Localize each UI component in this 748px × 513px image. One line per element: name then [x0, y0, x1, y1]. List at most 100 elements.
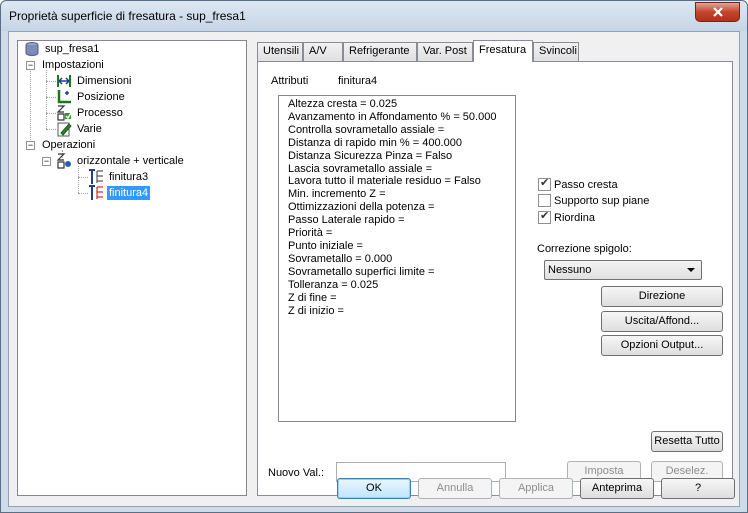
tree-item-process-label: Processo — [77, 107, 123, 119]
tab-svincoli[interactable]: Svincoli — [533, 42, 579, 61]
tree-item-misc-label: Varie — [77, 123, 102, 135]
parameter-row[interactable]: Sovrametallo = 0.000 — [288, 253, 515, 266]
collapse-group-toggle[interactable]: − — [42, 157, 51, 166]
tree-item-position[interactable]: Posizione — [56, 89, 127, 105]
opzioni-output-button[interactable]: Opzioni Output... — [601, 335, 723, 356]
parameter-row[interactable]: Lavora tutto il materiale residuo = Fals… — [288, 175, 515, 188]
position-icon — [56, 89, 72, 105]
close-icon — [712, 7, 723, 17]
tree-line — [46, 70, 47, 129]
parameter-row[interactable]: Priorità = — [288, 227, 515, 240]
parameter-row[interactable]: Altezza cresta = 0.025 — [288, 98, 515, 111]
tree-item-settings[interactable]: Impostazioni — [40, 57, 106, 73]
tree-item-operations[interactable]: Operazioni — [40, 137, 97, 153]
passo-cresta-label: Passo cresta — [554, 178, 618, 191]
parameter-row[interactable]: Distanza di rapido min % = 400.000 — [288, 137, 515, 150]
database-icon — [24, 41, 40, 57]
parameter-row[interactable]: Ottimizzazioni della potenza = — [288, 201, 515, 214]
operation-group-icon — [56, 153, 72, 169]
tree-item-settings-label: Impostazioni — [42, 59, 104, 71]
passo-cresta-checkbox[interactable]: ✔ Passo cresta — [538, 177, 618, 191]
tab-strip: Utensili A/V Refrigerante Var. Post Fres… — [257, 40, 733, 62]
parameter-row[interactable]: Sovrametallo superfici limite = — [288, 266, 515, 279]
ok-button[interactable]: OK — [337, 478, 411, 499]
tree-item-finitura3-label: finitura3 — [109, 171, 149, 183]
parameter-row[interactable]: Lascia sovrametallo assiale = — [288, 163, 515, 176]
applica-button[interactable]: Applica — [499, 478, 573, 499]
parameter-row[interactable]: Controlla sovrametallo assiale = — [288, 124, 515, 137]
help-button[interactable]: ? — [661, 478, 735, 499]
checkbox-box[interactable]: ✔ — [538, 177, 551, 191]
resetta-tutto-button[interactable]: Resetta Tutto — [651, 431, 723, 452]
tab-av[interactable]: A/V — [303, 42, 343, 61]
tree-item-group[interactable]: orizzontale + verticale — [56, 153, 186, 169]
supporto-sup-piane-checkbox[interactable]: Supporto sup piane — [538, 194, 649, 207]
riordina-checkbox[interactable]: ✔ Riordina — [538, 210, 595, 224]
tree-item-dimensions[interactable]: Dimensioni — [56, 73, 133, 89]
chevron-down-icon — [687, 268, 695, 272]
dimensions-icon — [56, 73, 72, 89]
checkbox-box[interactable]: ✔ — [538, 210, 551, 224]
milling-operation-icon — [88, 185, 104, 201]
tree-line — [30, 62, 31, 142]
tree-item-group-label: orizzontale + verticale — [77, 155, 184, 167]
tree-item-dimensions-label: Dimensioni — [77, 75, 132, 87]
tree-root-label: sup_fresa1 — [45, 43, 100, 55]
tree-line — [46, 81, 56, 82]
parameter-row[interactable]: Z di fine = — [288, 292, 515, 305]
attributes-value: finitura4 — [338, 75, 378, 87]
new-value-label: Nuovo Val.: — [268, 467, 325, 479]
tree-item-operations-label: Operazioni — [42, 139, 96, 151]
direzione-button[interactable]: Direzione — [601, 286, 723, 307]
parameter-row[interactable]: Z di inizio = — [288, 305, 515, 318]
close-button[interactable] — [695, 2, 740, 22]
window-title: Proprietà superficie di fresatura - sup_… — [9, 9, 246, 23]
check-icon: ✔ — [540, 210, 550, 222]
title-bar[interactable]: Proprietà superficie di fresatura - sup_… — [1, 1, 747, 31]
tab-utensili[interactable]: Utensili — [257, 42, 303, 61]
tree-item-finitura3[interactable]: finitura3 — [88, 169, 150, 185]
uscita-affond-button[interactable]: Uscita/Affond... — [601, 311, 723, 332]
milling-operation-icon — [88, 169, 104, 185]
parameter-row[interactable]: Avanzamento in Affondamento % = 50.000 — [288, 111, 515, 124]
dialog-client: sup_fresa1 − Impostazioni Dimensioni Pos… — [8, 31, 740, 507]
settings-tree[interactable]: sup_fresa1 − Impostazioni Dimensioni Pos… — [17, 40, 247, 496]
dialog-window: Proprietà superficie di fresatura - sup_… — [0, 0, 748, 513]
tree-item-misc[interactable]: Varie — [56, 121, 104, 137]
tab-var-post[interactable]: Var. Post — [417, 42, 473, 61]
tree-line — [78, 193, 88, 194]
tree-line — [46, 113, 56, 114]
tree-item-finitura4-label: finitura4 — [107, 186, 151, 200]
check-icon: ✔ — [540, 177, 550, 189]
tree-root[interactable]: sup_fresa1 — [24, 41, 101, 57]
tree-line — [78, 177, 88, 178]
tree-line — [78, 166, 79, 193]
corner-correction-label: Correzione spigolo: — [537, 243, 632, 255]
collapse-operations-toggle[interactable]: − — [26, 141, 35, 150]
corner-correction-select[interactable]: Nessuno — [544, 260, 702, 280]
parameter-row[interactable]: Punto iniziale = — [288, 240, 515, 253]
corner-correction-value: Nessuno — [548, 264, 592, 276]
tree-item-process[interactable]: Processo — [56, 105, 125, 121]
tree-item-position-label: Posizione — [77, 91, 125, 103]
tree-item-finitura4[interactable]: finitura4 — [88, 185, 151, 201]
process-icon — [56, 105, 72, 121]
annulla-button[interactable]: Annulla — [418, 478, 492, 499]
checkbox-box[interactable] — [538, 194, 551, 207]
collapse-settings-toggle[interactable]: − — [26, 61, 35, 70]
riordina-label: Riordina — [554, 211, 595, 224]
edit-icon — [56, 121, 72, 137]
parameter-row[interactable]: Min. incremento Z = — [288, 188, 515, 201]
parameter-row[interactable]: Tolleranza = 0.025 — [288, 279, 515, 292]
tab-refrigerante[interactable]: Refrigerante — [343, 42, 417, 61]
anteprima-button[interactable]: Anteprima — [580, 478, 654, 499]
parameter-row[interactable]: Distanza Sicurezza Pinza = Falso — [288, 150, 515, 163]
tab-fresatura[interactable]: Fresatura — [473, 40, 533, 62]
parameter-row[interactable]: Passo Laterale rapido = — [288, 214, 515, 227]
fresatura-panel: Attributi finitura4 Altezza cresta = 0.0… — [257, 61, 733, 496]
tree-line — [46, 129, 56, 130]
attributes-label: Attributi — [271, 75, 309, 87]
tree-line — [46, 97, 56, 98]
supporto-sup-piane-label: Supporto sup piane — [554, 194, 650, 207]
parameters-list[interactable]: Altezza cresta = 0.025 Avanzamento in Aff… — [278, 95, 516, 422]
